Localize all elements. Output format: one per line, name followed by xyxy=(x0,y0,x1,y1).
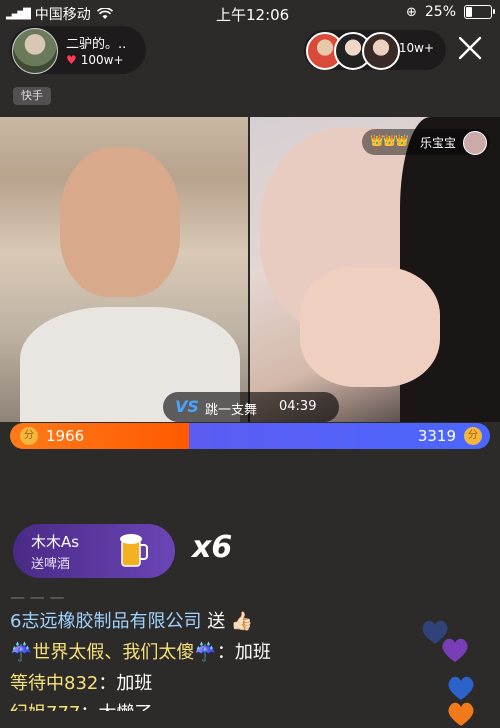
viewer-list[interactable]: 10w+ xyxy=(304,30,446,70)
status-bar: ▂▄▆█ 中国移动 上午12:06 ⊕ 25% xyxy=(0,0,500,26)
likes-count: 100w+ xyxy=(80,53,124,67)
host-card[interactable]: 二驴的。.. ♥ 100w+ xyxy=(10,26,146,74)
chat-text: ：加班 xyxy=(98,673,153,694)
beer-icon xyxy=(120,534,148,567)
left-score: 1966 xyxy=(46,427,85,445)
rotation-lock-icon: ⊕ xyxy=(405,4,417,20)
wifi-icon xyxy=(96,8,113,19)
guest-tag[interactable]: 👑👑👑 乐宝宝 xyxy=(362,129,490,155)
heart-icon: ♥ xyxy=(66,53,77,67)
host-name: 二驴的。.. xyxy=(66,37,127,52)
viewer-count: 10w+ xyxy=(398,41,434,55)
battery-level xyxy=(466,7,472,17)
guest-avatar[interactable] xyxy=(463,131,487,155)
chat-user[interactable]: ☔️世界太假、我们太傻☔️ xyxy=(10,642,217,663)
pk-score-bar: 分 1966 3319 分 xyxy=(10,423,490,449)
chat-user[interactable]: 纪姐777 xyxy=(10,703,80,711)
vs-icon: VS xyxy=(175,397,199,416)
host-camera xyxy=(0,117,248,422)
battle-task: 跳一支舞 xyxy=(205,403,258,418)
chat-text: ：加班 xyxy=(216,642,271,663)
crown-icon: 👑👑👑 xyxy=(370,134,409,147)
carrier-group: ▂▄▆█ 中国移动 xyxy=(6,4,113,24)
coin-icon: 分 xyxy=(464,427,482,445)
host-likes: ♥ 100w+ xyxy=(66,53,124,67)
right-score: 3319 xyxy=(417,427,456,445)
guest-name: 乐宝宝 xyxy=(420,136,457,150)
carrier-label: 中国移动 xyxy=(34,7,91,23)
chat-user[interactable]: 等待中832 xyxy=(10,673,98,694)
chat-text: ：太懒了 xyxy=(80,703,152,711)
heart-icon xyxy=(442,638,468,662)
signal-icon: ▂▄▆█ xyxy=(6,8,31,20)
chat-text: 送 👍🏻 xyxy=(207,611,254,632)
clock: 上午12:06 xyxy=(216,6,290,24)
viewer-avatar[interactable] xyxy=(362,32,400,70)
platform-tag: 快手 xyxy=(13,87,51,105)
battery-percent: 25% xyxy=(424,4,456,20)
chat-message: ☔️世界太假、我们太傻☔️：加班 xyxy=(10,638,490,664)
battle-task-bar: VS 跳一支舞 04:39 xyxy=(163,392,339,422)
gift-action: 送啤酒 xyxy=(31,557,71,572)
coin-icon: 分 xyxy=(20,427,38,445)
gift-multiplier: x6 xyxy=(192,530,233,565)
gift-sender: 木木As xyxy=(31,533,80,551)
status-right: ⊕ 25% xyxy=(405,4,495,20)
close-icon[interactable] xyxy=(456,34,484,62)
guest-camera xyxy=(250,117,500,422)
chat-message: 等待中832：加班 xyxy=(10,669,490,695)
chat-user[interactable]: 6志远橡胶制品有限公司 xyxy=(10,611,201,632)
chat-message: 6志远橡胶制品有限公司 送 👍🏻 xyxy=(10,607,490,633)
host-avatar[interactable] xyxy=(12,28,58,74)
pk-video-area: 👑👑👑 乐宝宝 VS 跳一支舞 04:39 分 1966 3319 分 xyxy=(0,117,500,449)
gift-banner: 木木As 送啤酒 xyxy=(13,524,175,578)
faded-chat-line: — — — xyxy=(10,588,65,606)
heart-icon xyxy=(448,702,474,726)
heart-icon xyxy=(448,676,474,700)
battle-timer: 04:39 xyxy=(279,399,317,414)
battery-icon xyxy=(464,5,495,19)
chat-message: 纪姐777：太懒了 xyxy=(10,699,490,711)
